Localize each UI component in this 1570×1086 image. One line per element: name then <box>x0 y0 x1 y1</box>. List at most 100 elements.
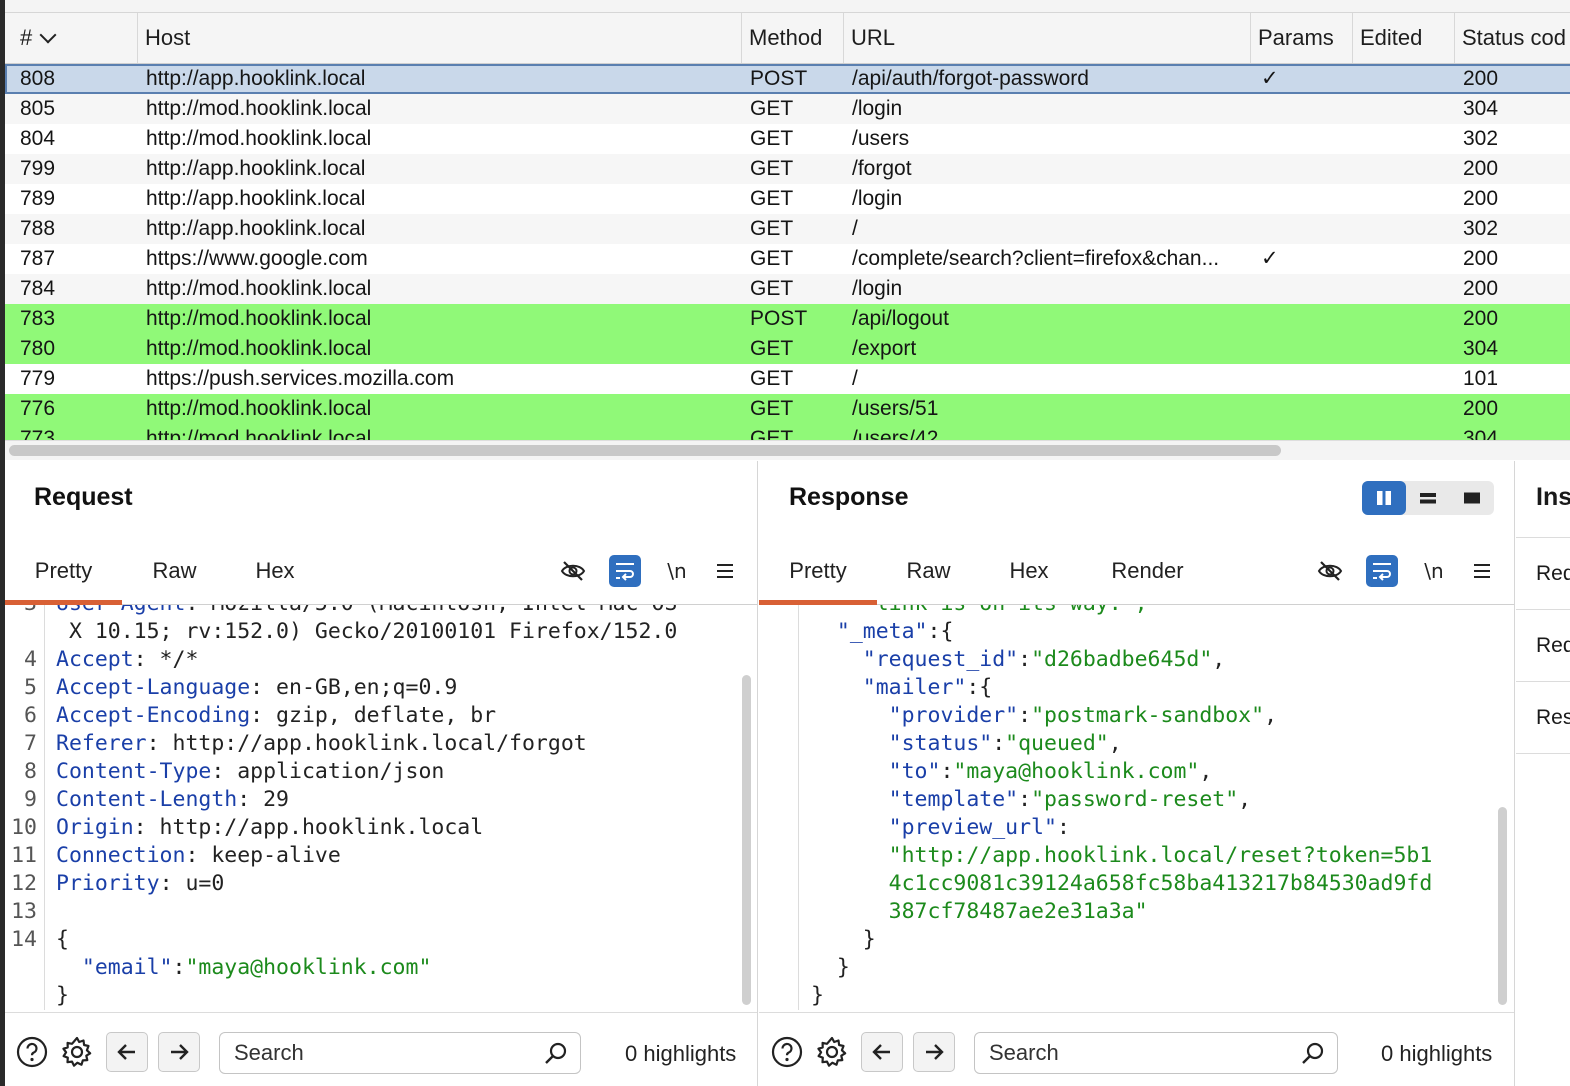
proxy-history-table[interactable]: # Host Method URL Params Edited Status c… <box>5 0 1570 460</box>
tab-hex[interactable]: Hex <box>230 549 320 605</box>
row-host: http://mod.hooklink.local <box>146 337 372 360</box>
code-key: Connection <box>56 843 186 868</box>
inspector-item-request-attributes[interactable]: Req <box>1516 537 1570 609</box>
settings-gear-icon[interactable] <box>60 1035 94 1069</box>
response-search-box[interactable] <box>974 1032 1338 1074</box>
response-pane: Response Pretty Raw Hex Render \n "_meta… <box>759 461 1515 1086</box>
table-row[interactable]: 776 http://mod.hooklink.local GET/users/51… <box>5 394 1570 424</box>
response-vertical-scrollbar[interactable] <box>1495 605 1511 1010</box>
table-row[interactable]: 804 http://mod.hooklink.local GET/users 302 <box>5 124 1570 154</box>
column-header-number[interactable]: # <box>5 13 138 63</box>
tab-render[interactable]: Render <box>1095 549 1200 605</box>
row-method: GET <box>750 187 794 210</box>
code-key: "to" <box>811 759 941 784</box>
table-row[interactable]: 780 http://mod.hooklink.local GET/export 30… <box>5 334 1570 364</box>
next-match-arrow-right-icon[interactable] <box>158 1032 200 1072</box>
row-status: 200 <box>1463 307 1499 330</box>
row-url: /forgot <box>852 157 912 180</box>
column-header-status[interactable]: Status cod <box>1455 13 1570 63</box>
column-header-label: Edited <box>1360 25 1423 50</box>
sort-chevron-down-icon[interactable] <box>39 26 57 44</box>
inspector-title: Ins <box>1536 483 1570 511</box>
column-header-edited[interactable]: Edited <box>1353 13 1455 63</box>
line-number: 11 <box>11 843 37 868</box>
code-line: User-Agent: Mozilla/5.0 (Macintosh; Inte… <box>56 605 677 616</box>
row-status: 302 <box>1463 217 1499 240</box>
column-header-method[interactable]: Method <box>742 13 844 63</box>
code-text: : u=0 <box>159 871 225 896</box>
row-edited <box>1353 394 1455 424</box>
row-method: GET <box>750 277 794 300</box>
response-search-input[interactable] <box>989 1039 1279 1067</box>
help-icon[interactable] <box>15 1035 49 1069</box>
row-host: https://www.google.com <box>146 247 368 270</box>
help-icon[interactable] <box>770 1035 804 1069</box>
request-search-input[interactable] <box>234 1039 524 1067</box>
previous-match-arrow-left-icon[interactable] <box>106 1032 148 1072</box>
scrollbar-thumb[interactable] <box>1498 807 1507 1005</box>
newline-toggle-icon[interactable]: \n <box>661 555 693 587</box>
newline-toggle-icon[interactable]: \n <box>1418 555 1450 587</box>
code-text: { <box>56 927 69 952</box>
tab-raw[interactable]: Raw <box>127 549 222 605</box>
table-row[interactable]: 788 http://app.hooklink.local GET / 302 <box>5 214 1570 244</box>
horizontal-scrollbar[interactable] <box>5 440 1570 460</box>
code-string: "password-reset" <box>1031 787 1239 812</box>
word-wrap-icon[interactable] <box>1366 555 1398 587</box>
settings-gear-icon[interactable] <box>815 1035 849 1069</box>
layout-stacked-icon[interactable] <box>1406 481 1450 515</box>
response-highlights-count: 0 highlights <box>1381 1041 1493 1066</box>
layout-side-by-side-icon[interactable] <box>1362 481 1406 515</box>
hide-nonprintable-eye-slash-icon[interactable] <box>1314 555 1346 587</box>
request-search-box[interactable] <box>219 1032 581 1074</box>
column-header-label: Host <box>145 25 191 50</box>
scrollbar-thumb[interactable] <box>9 445 1281 456</box>
table-row[interactable]: 784 http://mod.hooklink.local GET/login 200 <box>5 274 1570 304</box>
row-method: POST <box>750 307 808 330</box>
request-tabs: Pretty Raw Hex \n <box>5 549 757 605</box>
table-row[interactable]: 799 http://app.hooklink.local GET/forgot 20… <box>5 154 1570 184</box>
column-header-params[interactable]: Params <box>1251 13 1353 63</box>
inspector-item-request-headers[interactable]: Req <box>1516 609 1570 681</box>
previous-match-arrow-left-icon[interactable] <box>861 1032 903 1072</box>
tab-raw[interactable]: Raw <box>881 549 976 605</box>
code-text: , <box>1108 731 1122 756</box>
code-key: Content-Type <box>56 759 212 784</box>
word-wrap-icon[interactable] <box>609 555 641 587</box>
tab-hex[interactable]: Hex <box>984 549 1074 605</box>
inspector-item-response-headers[interactable]: Res <box>1516 681 1570 753</box>
row-url: / <box>852 367 858 390</box>
request-editor[interactable]: 3 4 5 6 7 8 9 10 11 12 13 14 User-Agent: Mozilla/5.… <box>5 605 757 1010</box>
code-key: "preview_url" <box>811 815 1057 840</box>
response-editor[interactable]: "link is on its way.", "_meta":{ "reques… <box>759 605 1514 1010</box>
code-line: Content-Length: 29 <box>56 787 289 812</box>
next-match-arrow-right-icon[interactable] <box>913 1032 955 1072</box>
row-edited <box>1353 334 1455 364</box>
row-status: 304 <box>1463 337 1499 360</box>
column-header-url[interactable]: URL <box>844 13 1251 63</box>
column-header-host[interactable]: Host <box>138 13 742 63</box>
tab-pretty[interactable]: Pretty <box>759 549 877 605</box>
table-row[interactable]: 808 http://app.hooklink.local POST/api/aut… <box>5 64 1570 94</box>
row-params <box>1251 94 1353 124</box>
hide-nonprintable-eye-slash-icon[interactable] <box>557 555 589 587</box>
table-row[interactable]: 783 http://mod.hooklink.local POST/api/log… <box>5 304 1570 334</box>
row-method: GET <box>750 217 794 240</box>
table-row[interactable]: 779 https://push.services.mozilla.com GET /… <box>5 364 1570 394</box>
table-row[interactable]: 787 https://www.google.com GET/complete/se… <box>5 244 1570 274</box>
table-row[interactable]: 805 http://mod.hooklink.local GET/login 304 <box>5 94 1570 124</box>
layout-single-icon[interactable] <box>1450 481 1494 515</box>
row-params <box>1251 124 1353 154</box>
menu-hamburger-icon[interactable] <box>709 555 741 587</box>
code-string: 387cf78487ae2e31a3a" <box>811 899 1148 924</box>
row-edited <box>1353 124 1455 154</box>
line-number-gutter: 3 4 5 6 7 8 9 10 11 12 13 14 <box>5 605 45 1010</box>
code-line: "request_id":"d26badbe645d", <box>811 647 1225 672</box>
code-line: Accept-Encoding: gzip, deflate, br <box>56 703 496 728</box>
table-row[interactable]: 789 http://app.hooklink.local GET/login 200 <box>5 184 1570 214</box>
scrollbar-thumb[interactable] <box>742 675 751 1005</box>
menu-hamburger-icon[interactable] <box>1466 555 1498 587</box>
search-icon <box>1301 1041 1325 1070</box>
tab-pretty[interactable]: Pretty <box>5 549 122 605</box>
request-vertical-scrollbar[interactable] <box>739 605 755 1010</box>
